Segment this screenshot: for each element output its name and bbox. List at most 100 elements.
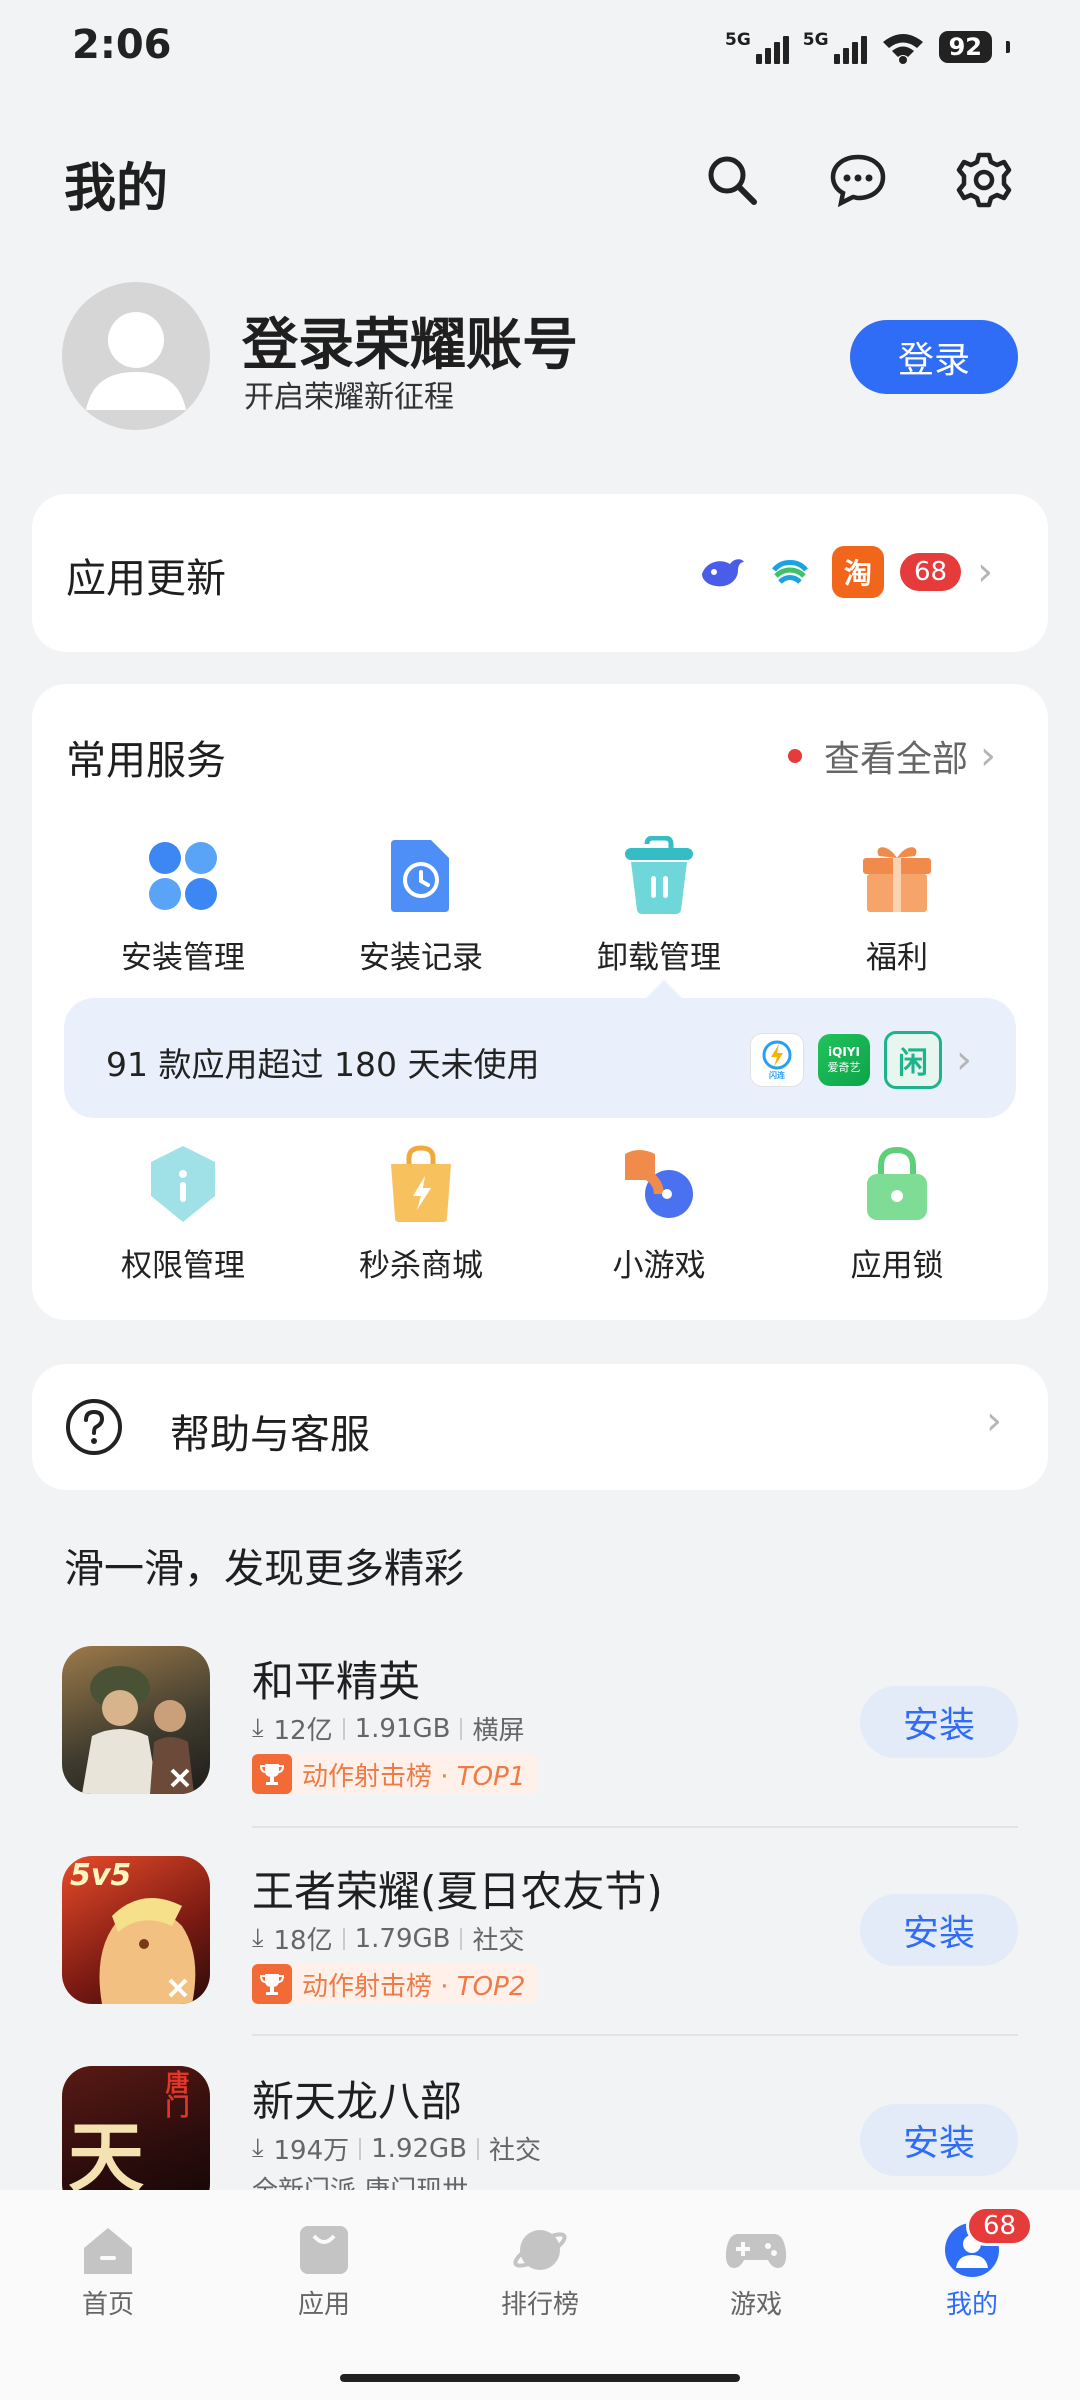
service-app-lock[interactable]: 应用锁	[778, 1144, 1016, 1285]
app-meta: ⤓ 18亿 1.79GB 社交	[252, 1920, 524, 1957]
flash-transfer-app-icon: 闪连	[750, 1033, 804, 1087]
app-tag: 社交	[489, 2136, 542, 2166]
app-name[interactable]: 王者荣耀(夏日农友节)	[252, 1858, 663, 1919]
nav-label: 游戏	[729, 2290, 782, 2320]
wifi-icon	[882, 34, 923, 64]
gamepad-icon	[725, 2234, 787, 2268]
profile-name[interactable]: 登录荣耀账号	[242, 300, 578, 381]
search-icon[interactable]	[700, 148, 764, 212]
nav-apps[interactable]: 应用	[244, 2222, 404, 2321]
chevron-right-icon: ›	[956, 1037, 972, 1083]
install-button[interactable]: 安装	[860, 2104, 1018, 2176]
app-size: 1.91GB	[354, 1713, 451, 1744]
service-label: 安装管理	[121, 940, 245, 976]
app-downloads: 18亿	[273, 1926, 333, 1956]
message-icon[interactable]	[826, 148, 890, 212]
rank-tag: 动作射击榜 · TOP1	[252, 1754, 538, 1794]
service-label: 应用锁	[850, 1248, 944, 1284]
nav-ranking[interactable]: 排行榜	[460, 2222, 620, 2321]
trophy-icon	[252, 1754, 292, 1794]
view-all-link[interactable]: 查看全部 ›	[788, 730, 996, 782]
nav-home[interactable]: 首页	[28, 2222, 188, 2321]
page-title: 我的	[64, 159, 169, 219]
app-tag: 社交	[472, 1926, 525, 1956]
rank-tag: 动作射击榜 · TOP2	[252, 1964, 538, 2004]
unused-apps-text: 91 款应用超过 180 天未使用	[106, 1045, 540, 1084]
tip-pointer	[646, 980, 682, 998]
iqiyi-app-icon: iQIYI 爱奇艺	[818, 1034, 870, 1086]
app-name[interactable]: 新天龙八部	[252, 2068, 462, 2129]
app-update-icons: 淘 68 ›	[696, 546, 993, 598]
nav-games[interactable]: 游戏	[676, 2222, 836, 2321]
divider	[252, 1826, 1018, 1828]
apps-bag-icon	[300, 2226, 348, 2274]
nav-label: 首页	[81, 2290, 134, 2320]
unused-apps-icons: 闪连 iQIYI 爱奇艺 闲 ›	[750, 1031, 972, 1089]
app-meta: ⤓ 194万 1.92GB 社交	[252, 2130, 541, 2167]
signal-5g-2-icon: 5G	[803, 30, 867, 64]
service-welfare[interactable]: 福利	[778, 836, 1016, 977]
download-icon: ⤓	[252, 2133, 264, 2163]
network-type-2: 5G	[802, 30, 829, 50]
service-install-record[interactable]: 安装记录	[302, 836, 540, 977]
discover-title: 滑一滑，发现更多精彩	[64, 1546, 464, 1592]
service-uninstall-manage[interactable]: 卸载管理	[540, 836, 778, 977]
service-label: 秒杀商城	[359, 1248, 483, 1284]
blue-whale-app-icon	[696, 546, 748, 598]
service-flash-sale[interactable]: 秒杀商城	[302, 1144, 540, 1285]
app-tag: 横屏	[472, 1716, 525, 1746]
install-button[interactable]: 安装	[860, 1894, 1018, 1966]
download-icon: ⤓	[252, 1713, 264, 1743]
avatar[interactable]	[62, 282, 210, 430]
service-mini-game[interactable]: 小游戏	[540, 1144, 778, 1285]
flash-sale-bag-icon	[391, 1145, 451, 1222]
help-label: 帮助与客服	[170, 1412, 370, 1458]
rank-top: TOP1	[456, 1761, 526, 1792]
app-update-card[interactable]: 应用更新 淘 68 ›	[32, 494, 1048, 652]
xianyu-app-icon: 闲	[884, 1031, 942, 1089]
app-icon-text: 唐门	[161, 2070, 189, 2118]
nav-label: 应用	[297, 2290, 350, 2320]
help-card[interactable]: 帮助与客服 ›	[32, 1364, 1048, 1490]
app-downloads: 194万	[273, 2136, 350, 2166]
status-time: 2:06	[72, 22, 172, 68]
install-button[interactable]: 安装	[860, 1686, 1018, 1758]
battery-tip	[1006, 41, 1010, 53]
rank-top: TOP2	[456, 1971, 526, 2002]
nav-badge: 68	[966, 2206, 1034, 2246]
service-label: 小游戏	[612, 1248, 706, 1284]
rank-text: 动作射击榜 ·	[302, 1971, 457, 2002]
gift-icon	[863, 847, 931, 912]
iqiyi-bottom-text: 爱奇艺	[827, 1061, 861, 1074]
ranking-planet-icon	[513, 2230, 567, 2270]
uninstall-manage-icon	[625, 836, 693, 914]
app-update-title: 应用更新	[66, 556, 226, 602]
settings-icon[interactable]	[952, 148, 1016, 212]
app-icon-text: 5v5	[70, 1858, 132, 1893]
app-icon-wangzhe[interactable]: 5v5	[62, 1856, 210, 2004]
services-title: 常用服务	[66, 738, 226, 784]
service-install-manage[interactable]: 安装管理	[64, 836, 302, 977]
status-icons: 5G 5G 92	[725, 30, 1010, 64]
home-indicator[interactable]	[340, 2374, 740, 2382]
divider	[252, 2034, 1018, 2036]
chevron-right-icon: ›	[986, 1398, 1002, 1444]
service-permission[interactable]: 权限管理	[64, 1144, 302, 1285]
update-count-badge: 68	[900, 553, 962, 591]
service-label: 卸载管理	[597, 940, 721, 976]
flash-transfer-caption: 闪连	[769, 1070, 785, 1080]
login-button[interactable]: 登录	[850, 320, 1018, 394]
app-size: 1.92GB	[371, 2133, 468, 2164]
chevron-right-icon: ›	[977, 549, 994, 595]
trophy-icon	[252, 1964, 292, 2004]
app-size: 1.79GB	[354, 1923, 451, 1954]
service-label: 福利	[866, 940, 928, 976]
network-type-1: 5G	[725, 30, 751, 50]
app-downloads: 12亿	[273, 1716, 333, 1746]
app-name[interactable]: 和平精英	[252, 1648, 420, 1709]
chevron-right-icon: ›	[980, 733, 997, 779]
signal-5g-1-icon: 5G	[725, 30, 789, 64]
nav-label: 排行榜	[500, 2290, 579, 2320]
red-dot-icon	[788, 749, 802, 763]
app-icon-heping[interactable]	[62, 1646, 210, 1794]
